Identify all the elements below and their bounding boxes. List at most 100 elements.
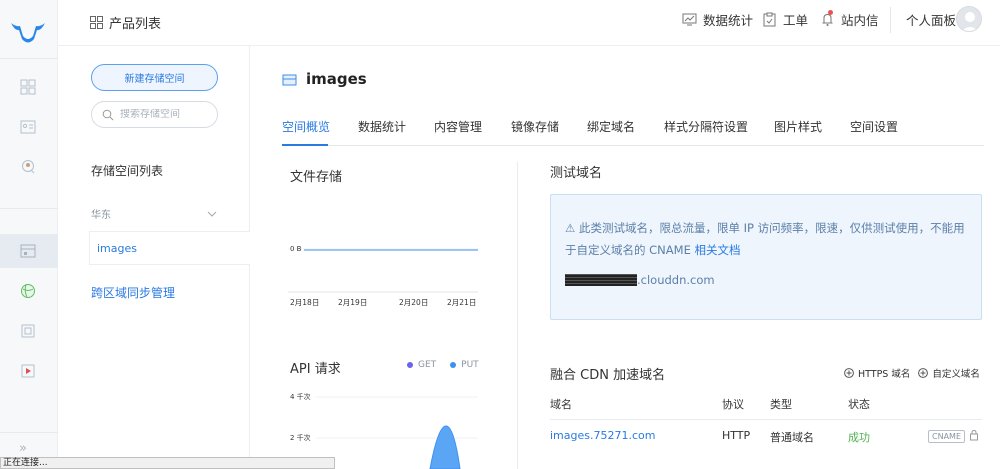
personal-panel-label: 个人面板 bbox=[906, 12, 957, 28]
api-requests-title: API 请求 bbox=[290, 362, 341, 377]
add-custom-domain-button[interactable]: 自定义域名 bbox=[918, 366, 980, 380]
legend-put[interactable]: PUT bbox=[450, 360, 479, 370]
bucket-icon bbox=[282, 74, 297, 85]
chart-monitor-icon bbox=[682, 13, 697, 25]
region-label: 华东 bbox=[91, 210, 111, 221]
collapse-rail-icon[interactable]: » bbox=[19, 441, 27, 456]
compute-icon[interactable] bbox=[20, 323, 36, 339]
column-header-status: 状态 bbox=[848, 398, 870, 411]
plus-circle-icon bbox=[918, 368, 929, 378]
warning-icon: ⚠ bbox=[565, 221, 576, 235]
search-icon bbox=[102, 109, 114, 120]
grid-icon bbox=[90, 16, 103, 29]
product-list-label: 产品列表 bbox=[109, 17, 162, 32]
storage-icon[interactable] bbox=[20, 243, 36, 259]
nav-tickets[interactable]: 工单 bbox=[762, 10, 808, 28]
tab-overview[interactable]: 空间概览 bbox=[282, 118, 330, 135]
cdn-protocol: HTTP bbox=[722, 429, 751, 442]
plus-circle-icon bbox=[844, 368, 854, 378]
rail-divider bbox=[0, 208, 58, 209]
bucket-item-label: images bbox=[97, 241, 137, 255]
header-separator bbox=[890, 7, 891, 33]
column-header-domain: 域名 bbox=[550, 398, 572, 411]
test-domain-warning: ⚠ 此类测试域名，限总流量，限单 IP 访问频率，限速，仅供测试使用，不能用于自… bbox=[565, 217, 970, 261]
cdn-domain-link[interactable]: images.75271.com bbox=[550, 429, 655, 442]
date-label: 2月21日 bbox=[447, 298, 476, 307]
cdn-status: 成功 bbox=[848, 431, 870, 444]
region-group-toggle[interactable]: 华东 bbox=[91, 206, 218, 221]
bucket-title: images bbox=[306, 70, 367, 88]
legend-get-label: GET bbox=[418, 360, 437, 370]
file-storage-title: 文件存储 bbox=[290, 170, 343, 185]
cdn-globe-icon[interactable] bbox=[20, 283, 36, 299]
cdn-type: 普通域名 bbox=[770, 431, 814, 444]
bucket-list-title: 存储空间列表 bbox=[91, 164, 164, 178]
storage-y-label: 0 B bbox=[290, 245, 302, 253]
bucket-search[interactable] bbox=[91, 101, 218, 128]
id-card-icon[interactable] bbox=[20, 119, 36, 135]
tab-bind-domain[interactable]: 绑定域名 bbox=[587, 118, 635, 135]
browser-status-bar: 正在连接... bbox=[0, 457, 335, 469]
tab-content-management[interactable]: 内容管理 bbox=[434, 118, 482, 135]
bucket-item-images[interactable]: images bbox=[89, 231, 251, 265]
api-legend: GET PUT bbox=[407, 360, 479, 370]
clipboard-icon bbox=[763, 12, 776, 26]
tab-bucket-settings[interactable]: 空间设置 bbox=[850, 118, 898, 135]
dashboard-icon[interactable] bbox=[20, 79, 36, 95]
active-tab-indicator bbox=[282, 144, 328, 146]
bucket-sidebar: 新建存储空间 存储空间列表 华东 images 跨区域同步管理 bbox=[58, 46, 251, 469]
bucket-tabs: 空间概览 数据统计 内容管理 镜像存储 绑定域名 样式分隔符设置 图片样式 空间… bbox=[282, 116, 984, 146]
api-y-tick: 2 千次 bbox=[290, 433, 311, 442]
chevron-down-icon bbox=[207, 211, 217, 217]
nav-data-stats[interactable]: 数据统计 bbox=[682, 10, 753, 28]
custom-domain-label: 自定义域名 bbox=[932, 369, 980, 380]
put-area bbox=[429, 425, 461, 469]
nav-data-stats-label: 数据统计 bbox=[703, 12, 754, 28]
main-content: images 空间概览 数据统计 内容管理 镜像存储 绑定域名 样式分隔符设置 … bbox=[250, 46, 1000, 469]
redacted-subdomain bbox=[565, 274, 637, 286]
user-avatar-icon bbox=[961, 12, 979, 31]
avatar[interactable] bbox=[956, 6, 982, 32]
https-domain-label: HTTPS 域名 bbox=[858, 369, 911, 380]
user-search-icon[interactable] bbox=[20, 159, 36, 175]
tab-mirror-storage[interactable]: 镜像存储 bbox=[511, 118, 559, 135]
tab-data-stats[interactable]: 数据统计 bbox=[358, 118, 406, 135]
search-input[interactable] bbox=[120, 109, 210, 120]
nav-messages-label: 站内信 bbox=[841, 12, 879, 28]
product-list-menu[interactable]: 产品列表 bbox=[90, 13, 161, 32]
legend-put-label: PUT bbox=[461, 360, 479, 370]
new-bucket-button[interactable]: 新建存储空间 bbox=[91, 64, 218, 91]
video-icon[interactable] bbox=[20, 363, 36, 379]
related-docs-link[interactable]: 相关文档 bbox=[695, 243, 741, 257]
legend-put-swatch bbox=[450, 362, 457, 368]
column-header-type: 类型 bbox=[770, 398, 792, 411]
cname-badge[interactable]: CNAME bbox=[928, 430, 965, 443]
cross-region-sync-link[interactable]: 跨区域同步管理 bbox=[91, 284, 175, 301]
column-divider bbox=[517, 162, 518, 469]
warning-text: 此类测试域名，限总流量，限单 IP 访问频率，限速，仅供测试使用，不能用于自定义… bbox=[565, 221, 965, 257]
table-divider bbox=[550, 419, 982, 420]
lock-icon bbox=[969, 429, 979, 444]
date-label: 2月18日 bbox=[290, 298, 319, 307]
cdn-title: 融合 CDN 加速域名 bbox=[550, 368, 666, 383]
qiniu-logo-icon[interactable] bbox=[8, 14, 48, 48]
personal-panel-link[interactable]: 个人面板 bbox=[906, 10, 956, 28]
test-domain-suffix: .clouddn.com bbox=[637, 273, 715, 287]
test-domain-box: ⚠ 此类测试域名，限总流量，限单 IP 访问频率，限速，仅供测试使用，不能用于自… bbox=[550, 194, 982, 320]
add-https-domain-button[interactable]: HTTPS 域名 bbox=[844, 366, 910, 380]
column-header-protocol: 协议 bbox=[722, 398, 744, 411]
tab-style-separator[interactable]: 样式分隔符设置 bbox=[664, 118, 748, 135]
legend-get-swatch bbox=[407, 362, 413, 368]
nav-tickets-label: 工单 bbox=[783, 12, 809, 28]
top-header: 产品列表 数据统计 工单 站内信 个人面板 bbox=[58, 0, 1000, 46]
date-label: 2月19日 bbox=[338, 298, 367, 307]
date-label: 2月20日 bbox=[399, 298, 428, 307]
rail-divider bbox=[0, 58, 58, 59]
rail-divider bbox=[0, 432, 58, 433]
legend-get[interactable]: GET bbox=[407, 360, 436, 370]
icon-rail: » bbox=[0, 0, 58, 469]
tab-image-styles[interactable]: 图片样式 bbox=[774, 118, 822, 135]
file-storage-chart: 0 B 2月18日 2月19日 2月20日 2月21日 bbox=[288, 236, 488, 316]
unread-badge bbox=[828, 10, 833, 15]
api-y-tick: 4 千次 bbox=[290, 392, 311, 401]
